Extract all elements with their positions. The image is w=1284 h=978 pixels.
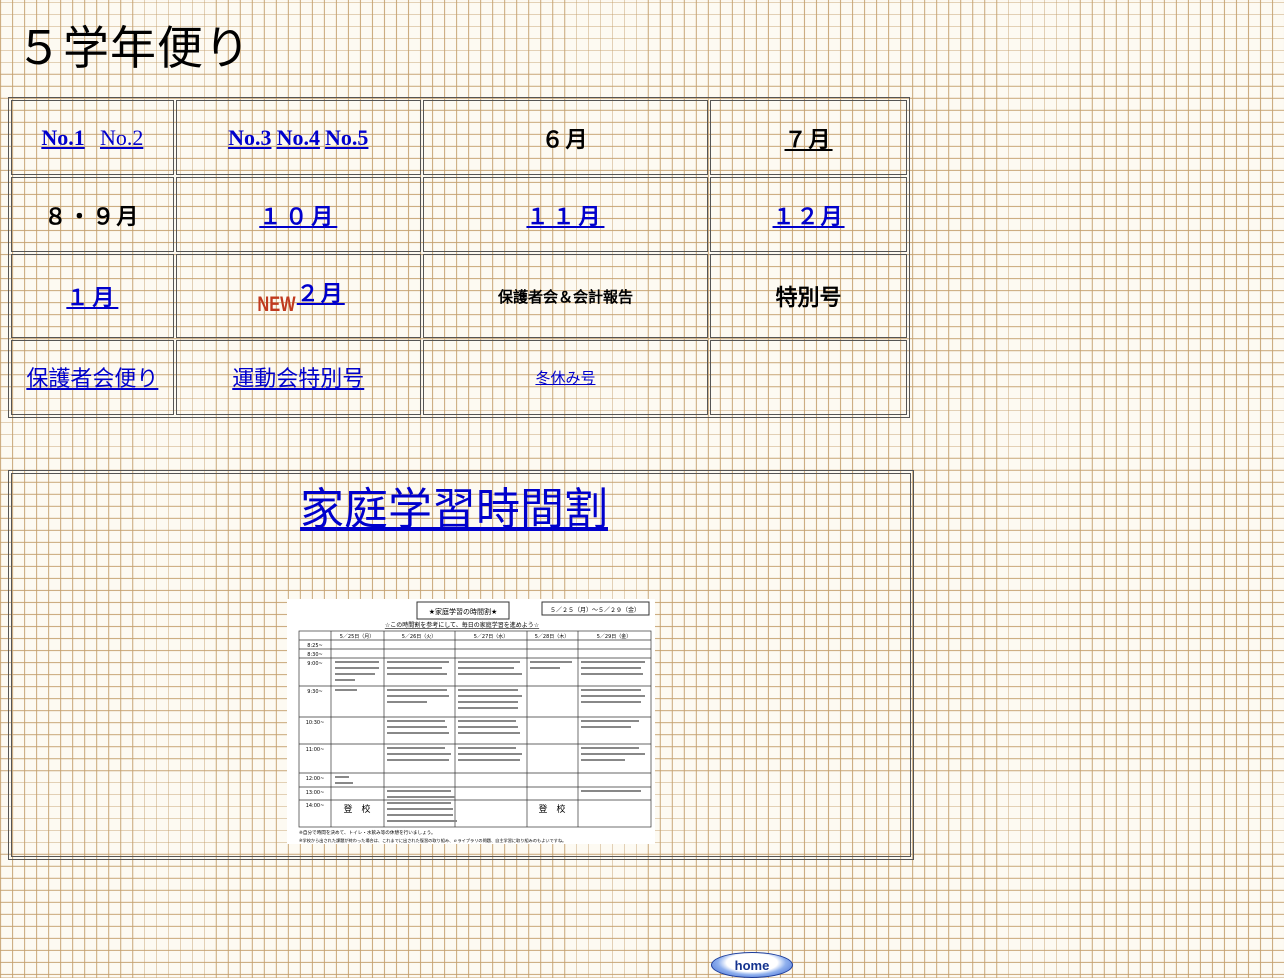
cell-sports-day: 運動会特別号 [175,339,421,415]
link-january[interactable]: １月 [66,286,118,311]
thumb-time-5: 10:30~ [306,720,325,726]
cell-winter: 冬休み号 [422,339,709,415]
thumb-subheader: ☆この時間割を参考にして、毎日の家庭学習を進めよう☆ [385,621,539,629]
link-no4[interactable]: No.4 [277,125,320,150]
thumb-time-4: 9:30~ [307,689,322,695]
thumb-time-2: 8:30~ [307,652,322,658]
cell-dec: １２月 [710,177,907,253]
thumb-time-9: 14:00~ [306,803,325,809]
newsletter-table: No.1 No.2 No.3 No.4 No.5 ６月 ７月 ８・９月 １０月 … [8,97,910,418]
link-pta-letter[interactable]: 保護者会便り [26,367,158,392]
thumb-time-8: 13:00~ [306,790,325,796]
link-december[interactable]: １２月 [773,205,845,230]
link-no5[interactable]: No.5 [325,125,368,150]
study-timetable-box: 家庭学習時間割 ★家庭学習の時間割★ ５／２５（月）～５／２９（金） ☆この時間… [8,470,914,860]
label-pta-report: 保護者会＆会計報告 [497,287,633,306]
link-november[interactable]: １１月 [526,205,604,230]
cell-jan: １月 [11,254,174,338]
label-aug-sep: ８・９月 [44,204,141,230]
cell-empty [710,339,907,415]
link-no3[interactable]: No.3 [228,125,271,150]
cell-june: ６月 [422,100,709,176]
thumb-day-2: 5／26日（火） [402,634,437,640]
cell-no1-no2: No.1 No.2 [11,100,174,176]
label-june: ６月 [541,127,590,153]
cell-special: 特別号 [710,254,907,338]
cell-aug-sep: ８・９月 [11,177,174,253]
timetable-thumbnail-image[interactable]: ★家庭学習の時間割★ ５／２５（月）～５／２９（金） ☆この時間割を参考にして、… [287,599,655,844]
thumb-header: ★家庭学習の時間割★ [429,607,498,616]
cell-no3-no5: No.3 No.4 No.5 [175,100,421,176]
link-february[interactable]: ２月 [297,282,345,307]
cell-oct: １０月 [175,177,421,253]
link-study-timetable[interactable]: 家庭学習時間割 [300,480,608,540]
thumb-note-2: ※学校から出された課題が終わった場合は、これまでに出された復習の取り組み、ｅライ… [299,837,566,844]
study-timetable-inner: 家庭学習時間割 ★家庭学習の時間割★ ５／２５（月）～５／２９（金） ☆この時間… [11,473,911,857]
thumb-day-5: 5／29日（金） [597,633,632,640]
table-row: ８・９月 １０月 １１月 １２月 [11,177,907,253]
thumb-day-4: 5／28日（木） [535,633,570,640]
link-no1[interactable]: No.1 [41,125,84,150]
cell-pta-letter: 保護者会便り [11,339,174,415]
thumb-day-1: 5／25日（月） [340,634,375,640]
thumb-day-3: 5／27日（水） [474,633,509,640]
cell-nov: １１月 [422,177,709,253]
link-october[interactable]: １０月 [259,205,337,230]
link-winter-issue[interactable]: 冬休み号 [535,369,595,387]
thumb-time-1: 8:25~ [307,643,322,649]
thumb-note-1: ※自分で時間を決めて、トイレ・水飲み等の休憩を行いましょう。 [299,829,436,836]
table-row: No.1 No.2 No.3 No.4 No.5 ６月 ７月 [11,100,907,176]
cell-feb: NEW２月 [175,254,421,338]
thumb-attend-2: 登 校 [538,803,565,815]
table-row: 保護者会便り 運動会特別号 冬休み号 [11,339,907,415]
link-july[interactable]: ７月 [785,128,833,153]
page-title: ５学年便り [16,21,251,75]
thumb-time-7: 12:00~ [306,776,325,782]
home-button[interactable]: home [711,952,793,978]
label-special-issue: 特別号 [775,286,842,312]
cell-pta-report: 保護者会＆会計報告 [422,254,709,338]
cell-july: ７月 [710,100,907,176]
table-row: １月 NEW２月 保護者会＆会計報告 特別号 [11,254,907,338]
thumb-time-6: 11:00~ [306,747,325,753]
new-badge-icon: NEW [257,292,296,316]
link-sports-day-special[interactable]: 運動会特別号 [232,367,364,392]
thumb-attend-1: 登 校 [343,803,370,815]
thumb-period: ５／２５（月）～５／２９（金） [550,606,640,614]
thumb-time-3: 9:00~ [307,661,322,667]
link-no2[interactable]: No.2 [100,125,143,150]
